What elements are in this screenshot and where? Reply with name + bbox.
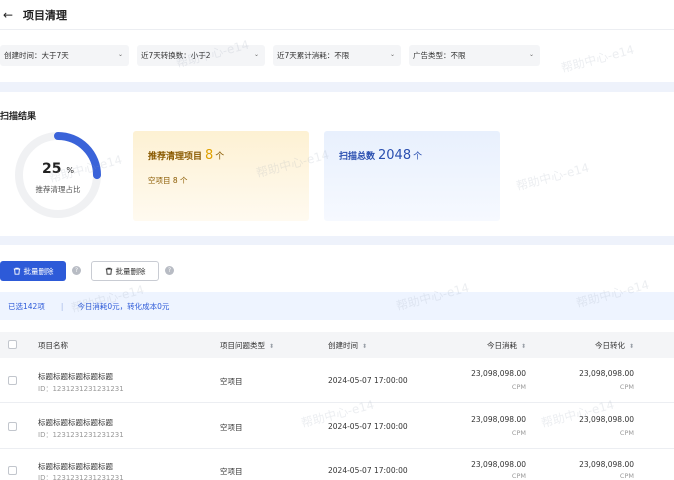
- row-name: 标题标题标题标题标题: [38, 418, 113, 427]
- total-count: 2048: [378, 148, 412, 163]
- sort-icon: ⬍: [520, 343, 526, 350]
- col-spend-label: 今日消耗: [486, 341, 517, 350]
- row-type: 空项目: [220, 467, 243, 476]
- row-spend-unit: CPM: [511, 472, 526, 480]
- row-spend: 23,098,098.00: [471, 369, 526, 378]
- recommend-title-text: 推荐清理项目: [148, 152, 203, 162]
- row-conv: 23,098,098.00: [579, 415, 634, 424]
- col-type-label: 项目问题类型: [220, 341, 265, 350]
- sort-icon: ⬍: [628, 343, 634, 350]
- table-row[interactable]: 标题标题标题标题标题 ID：123123123123123​1 空项目 2024…: [0, 358, 674, 403]
- watermark: 帮助中心-e14: [559, 42, 636, 76]
- batch-delete-secondary-button[interactable]: 批量删除: [91, 261, 159, 281]
- chevron-down-icon: ⌄: [117, 51, 123, 58]
- filter-label: 近7天转换数：小于2: [141, 51, 211, 60]
- page-title: 项目清理: [23, 8, 67, 22]
- row-spend-unit: CPM: [511, 429, 526, 437]
- filter-label: 近7天累计消耗：不限: [277, 51, 350, 60]
- help-circle-icon[interactable]: ?: [165, 266, 174, 275]
- trash-icon: [13, 267, 20, 275]
- chevron-down-icon: ⌄: [253, 51, 259, 58]
- total-card: 扫描总数 2048 个: [324, 131, 500, 221]
- row-spend: 23,098,098.00: [471, 460, 526, 469]
- col-created-label: 创建时间: [328, 341, 358, 350]
- row-name: 标题标题标题标题标题: [38, 462, 113, 471]
- filter-bar: 创建时间：大于7天 ⌄ 近7天转换数：小于2 ⌄ 近7天累计消耗：不限 ⌄ 广告…: [0, 45, 548, 66]
- col-conv[interactable]: 今日转化 ⬍: [595, 340, 634, 351]
- recommend-card-title: 推荐清理项目 8 个: [148, 148, 224, 163]
- col-name: 项目名称: [38, 341, 68, 350]
- row-id: ID：1231231231231231: [38, 431, 124, 439]
- filter-create-time[interactable]: 创建时间：大于7天 ⌄: [0, 45, 129, 66]
- total-title-text: 扫描总数: [339, 152, 376, 162]
- arrow-left-icon[interactable]: ←: [3, 8, 17, 22]
- row-conv-unit: CPM: [619, 472, 634, 480]
- row-type: 空项目: [220, 377, 243, 386]
- row-checkbox[interactable]: [8, 376, 17, 385]
- row-created: 2024-05-07 17:00:00: [328, 466, 408, 475]
- row-spend: 23,098,098.00: [471, 415, 526, 424]
- row-checkbox[interactable]: [8, 466, 17, 475]
- help-circle-icon[interactable]: ?: [72, 266, 81, 275]
- section-divider: [0, 236, 674, 245]
- table-header: 项目名称 项目问题类型 ⬍ 创建时间 ⬍ 今日消耗 ⬍ 今日转化 ⬍: [0, 332, 674, 358]
- ring-percent-value: 25: [42, 161, 62, 177]
- table-row[interactable]: 标题标题标题标题标题 ID：1231231231231231 空项目 2024-…: [0, 450, 674, 480]
- row-conv-unit: CPM: [619, 383, 634, 391]
- chevron-down-icon: ⌄: [528, 51, 534, 58]
- row-name: 标题标题标题标题标题: [38, 372, 113, 381]
- ring-percent-unit: %: [66, 166, 74, 175]
- filter-label: 创建时间：大于7天: [4, 51, 69, 60]
- row-checkbox[interactable]: [8, 422, 17, 431]
- watermark: 帮助中心-e14: [514, 160, 591, 194]
- trash-icon: [105, 267, 112, 275]
- row-type: 空项目: [220, 423, 243, 432]
- total-card-title: 扫描总数 2048 个: [339, 148, 422, 163]
- filter-ad-type[interactable]: 广告类型：不限 ⌄: [409, 45, 540, 66]
- sort-icon: ⬍: [362, 343, 368, 350]
- divider: |: [60, 301, 64, 311]
- recommend-unit: 个: [215, 152, 225, 162]
- ring-label: 推荐清理占比: [35, 185, 81, 194]
- batch-delete-label: 批量删除: [23, 266, 54, 276]
- chevron-down-icon: ⌄: [389, 51, 395, 58]
- filter-conversions[interactable]: 近7天转换数：小于2 ⌄: [137, 45, 265, 66]
- recommend-count: 8: [205, 148, 214, 163]
- col-created[interactable]: 创建时间 ⬍: [328, 340, 367, 351]
- batch-delete-label: 批量删除: [115, 266, 146, 276]
- section-divider: [0, 82, 674, 92]
- page-header: ← 项目清理: [0, 0, 674, 30]
- row-conv: 23,098,098.00: [579, 369, 634, 378]
- batch-delete-primary-button[interactable]: 批量删除: [0, 261, 66, 281]
- table-row[interactable]: 标题标题标题标题标题 ID：1231231231231231 空项目 2024-…: [0, 404, 674, 449]
- col-spend[interactable]: 今日消耗 ⬍: [487, 340, 526, 351]
- sort-icon: ⬍: [269, 343, 275, 350]
- recommend-card[interactable]: 推荐清理项目 8 个 空项目 8 个: [133, 131, 309, 221]
- col-conv-label: 今日转化: [594, 341, 625, 350]
- selected-count: 已选142项: [8, 301, 45, 311]
- selection-bar: 已选142项 | 今日消耗0元，转化成本0元: [0, 292, 674, 320]
- row-spend-unit: CPM: [511, 383, 526, 391]
- recommend-card-sub: 空项目 8 个: [148, 176, 188, 185]
- row-id: ID：1231231231231231: [38, 474, 124, 480]
- row-id: ID：123123123123123​1: [38, 385, 124, 393]
- filter-spend[interactable]: 近7天累计消耗：不限 ⌄: [273, 45, 401, 66]
- selection-summary: 今日消耗0元，转化成本0元: [77, 301, 170, 311]
- scan-result-title: 扫描结果: [0, 112, 37, 122]
- col-type[interactable]: 项目问题类型 ⬍: [220, 340, 274, 351]
- filter-label: 广告类型：不限: [413, 51, 466, 60]
- select-all-checkbox[interactable]: [8, 340, 17, 349]
- row-conv: 23,098,098.00: [579, 460, 634, 469]
- row-conv-unit: CPM: [619, 429, 634, 437]
- row-created: 2024-05-07 17:00:00: [328, 376, 408, 385]
- ring-percent: 25 %: [13, 161, 103, 177]
- row-created: 2024-05-07 17:00:00: [328, 422, 408, 431]
- total-unit: 个: [413, 152, 423, 162]
